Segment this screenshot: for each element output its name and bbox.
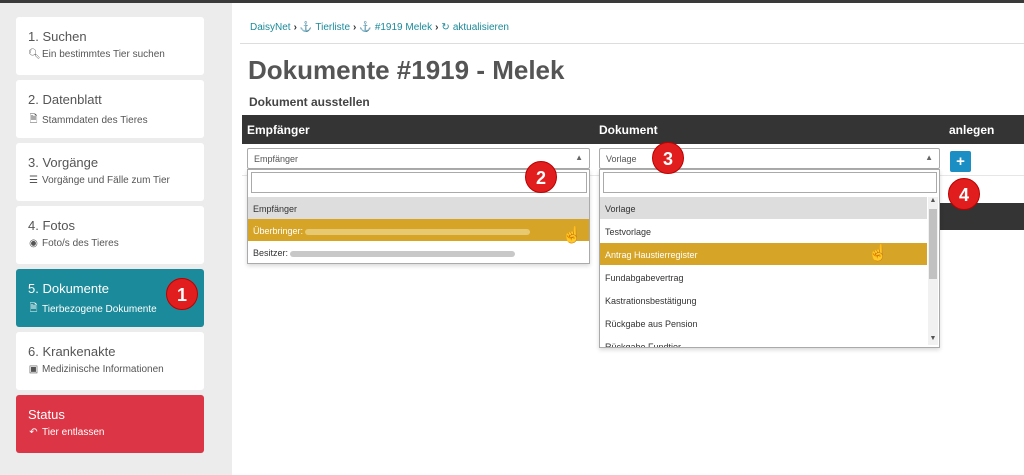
sidebar-item-subtitle: Medizinische Informationen <box>42 364 164 375</box>
breadcrumb-separator-icon: › <box>435 22 439 33</box>
document-icon: 🗎︎ <box>29 114 38 125</box>
document-option[interactable]: Vorlage <box>600 197 927 219</box>
sidebar: 1. Suchen 🔍︎ Ein bestimmtes Tier suchen 2… <box>0 3 232 475</box>
reply-icon: ↶ <box>29 427 38 438</box>
laptop-icon: ▣ <box>28 364 39 375</box>
add-document-button[interactable]: + <box>950 151 971 172</box>
main-content: DaisyNet › ⚓ Tierliste › ⚓ #1919 Melek ›… <box>232 3 1024 475</box>
table-header: Empfänger Dokument anlegen <box>242 115 1024 144</box>
sidebar-item-subtitle: Ein bestimmtes Tier suchen <box>42 49 165 60</box>
sidebar-item-subtitle: Stammdaten des Tieres <box>42 115 148 126</box>
breadcrumb: DaisyNet › ⚓ Tierliste › ⚓ #1919 Melek ›… <box>250 22 509 33</box>
sidebar-item-title: Status <box>28 407 65 422</box>
section-title: Dokument ausstellen <box>249 95 370 109</box>
sidebar-item-vorgaenge[interactable]: 3. Vorgänge ☰ Vorgänge und Fälle zum Tier <box>16 143 204 201</box>
document-option[interactable]: Kastrationsbestätigung <box>600 289 927 311</box>
step-badge: 2 <box>525 161 557 193</box>
sidebar-item-title: 3. Vorgänge <box>28 155 99 170</box>
refresh-icon: ↻ <box>441 22 450 33</box>
recipient-select-value: Empfänger <box>254 154 299 164</box>
sidebar-item-subtitle: Foto/s des Tieres <box>42 238 119 249</box>
camera-icon: ◉ <box>29 238 38 249</box>
sidebar-item-title: 6. Krankenakte <box>28 344 116 359</box>
list-icon: ☰ <box>29 175 38 186</box>
caret-up-icon: ▲ <box>925 153 933 162</box>
breadcrumb-separator-icon: › <box>353 22 357 33</box>
sidebar-item-title: 2. Datenblatt <box>28 92 102 107</box>
breadcrumb-home-link[interactable]: DaisyNet <box>250 22 291 33</box>
document-option[interactable]: Rückgabe aus Pension <box>600 312 927 334</box>
step-badge: 3 <box>652 142 684 174</box>
step-badge: 1 <box>166 278 198 310</box>
sidebar-item-datenblatt[interactable]: 2. Datenblatt 🗎︎ Stammdaten des Tieres <box>16 80 204 138</box>
sidebar-item-title: 1. Suchen <box>28 29 87 44</box>
recipient-option[interactable]: Besitzer: <box>248 241 589 263</box>
sidebar-item-subtitle: Tier entlassen <box>42 427 105 438</box>
column-header-create: anlegen <box>949 123 995 137</box>
breadcrumb-animal-link[interactable]: #1919 Melek <box>375 22 432 33</box>
scrollbar-thumb[interactable] <box>929 209 937 279</box>
document-option[interactable]: Fundabgabevertrag <box>600 266 927 288</box>
caret-up-icon: ▲ <box>575 153 583 162</box>
scroll-down-icon[interactable]: ▼ <box>929 335 937 345</box>
redacted-name <box>290 250 516 257</box>
sidebar-item-krankenakte[interactable]: 6. Krankenakte ▣ Medizinische Information… <box>16 332 204 390</box>
document-icon: 🗎︎ <box>29 303 38 314</box>
paw-icon: ⚓ <box>299 22 313 33</box>
hand-cursor-icon: ☝ <box>562 227 582 244</box>
sidebar-item-suchen[interactable]: 1. Suchen 🔍︎ Ein bestimmtes Tier suchen <box>16 17 204 75</box>
document-option[interactable]: Testvorlage <box>600 220 927 242</box>
page-title: Dokumente #1919 - Melek <box>248 55 565 85</box>
column-header-recipient: Empfänger <box>247 123 310 137</box>
scroll-up-icon[interactable]: ▲ <box>929 197 937 207</box>
search-icon: 🔍︎ <box>28 49 41 60</box>
breadcrumb-separator-icon: › <box>293 22 297 33</box>
document-scrollbar[interactable]: ▲ ▼ <box>928 197 938 345</box>
recipient-option[interactable]: Empfänger <box>248 197 589 219</box>
paw-icon: ⚓ <box>359 22 372 33</box>
document-select[interactable]: Vorlage ▲ <box>599 148 940 169</box>
document-dropdown: Vorlage Testvorlage Antrag Haustierregis… <box>599 169 940 348</box>
sidebar-item-title: 4. Fotos <box>28 218 75 233</box>
sidebar-item-subtitle: Tierbezogene Dokumente <box>42 304 157 315</box>
recipient-option[interactable]: Überbringer: <box>248 219 589 241</box>
column-header-document: Dokument <box>599 123 658 137</box>
document-select-value: Vorlage <box>606 154 637 164</box>
redacted-name <box>305 228 531 235</box>
document-option[interactable]: Rückgabe Fundtier <box>600 335 927 347</box>
document-search-input[interactable] <box>603 172 937 193</box>
table-footer-bar <box>932 203 1024 230</box>
breadcrumb-list-link[interactable]: Tierliste <box>315 22 350 33</box>
sidebar-item-subtitle: Vorgänge und Fälle zum Tier <box>42 175 170 186</box>
sidebar-item-status[interactable]: Status ↶ Tier entlassen <box>16 395 204 453</box>
divider <box>240 43 1024 44</box>
hand-cursor-icon: ☝ <box>868 245 888 262</box>
breadcrumb-refresh-link[interactable]: aktualisieren <box>453 22 509 33</box>
sidebar-item-fotos[interactable]: 4. Fotos ◉ Foto/s des Tieres <box>16 206 204 264</box>
step-badge: 4 <box>948 178 980 210</box>
